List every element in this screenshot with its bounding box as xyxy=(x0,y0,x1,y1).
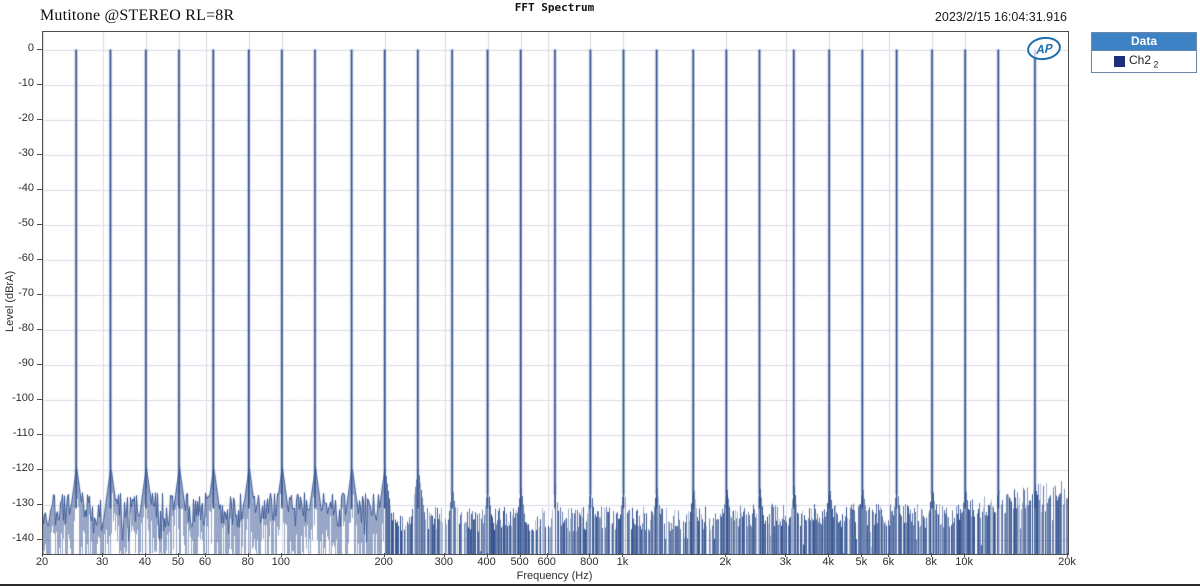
x-tick-label: 20k xyxy=(1058,556,1076,568)
x-tick-label: 60 xyxy=(198,556,212,568)
x-tick-label: 1k xyxy=(616,556,629,568)
x-tickmark xyxy=(205,553,207,557)
y-tickmark xyxy=(37,223,42,225)
y-tickmark xyxy=(37,328,42,330)
spectrum-canvas[interactable] xyxy=(43,32,1068,554)
x-tick-label: 2k xyxy=(719,556,732,568)
y-tickmark xyxy=(37,538,42,540)
y-tickmark xyxy=(37,398,42,400)
timestamp: 2023/2/15 16:04:31.916 xyxy=(934,10,1067,24)
x-tickmark xyxy=(383,553,385,557)
x-tickmark xyxy=(828,553,830,557)
x-tickmark xyxy=(247,553,249,557)
y-tick-label: 0 xyxy=(27,42,34,55)
x-tick-label: 6k xyxy=(882,556,895,568)
x-tickmark xyxy=(280,553,282,557)
y-tick-label: -140 xyxy=(11,532,34,545)
measurement-annotation: Mutitone @STEREO RL=8R xyxy=(40,7,235,24)
plot-area[interactable]: AP xyxy=(42,31,1069,555)
y-tick-label: -90 xyxy=(18,357,34,370)
y-tickmark xyxy=(37,118,42,120)
x-tickmark xyxy=(42,553,43,557)
x-tickmark xyxy=(1067,553,1068,557)
x-tick-label: 3k xyxy=(779,556,792,568)
y-tick-label: -40 xyxy=(18,182,34,195)
y-tickmark xyxy=(37,188,42,190)
legend-panel: Data Ch2 2 xyxy=(1091,32,1197,73)
y-tick-label: -110 xyxy=(12,427,34,440)
x-tickmark xyxy=(486,553,488,557)
y-tick-label: -10 xyxy=(18,77,34,90)
x-tick-label: 600 xyxy=(537,556,556,568)
x-tickmark xyxy=(102,553,104,557)
y-tick-label: -60 xyxy=(18,252,34,265)
y-tick-label: -50 xyxy=(18,217,34,230)
y-tick-label: -30 xyxy=(18,147,34,160)
y-tickmark xyxy=(37,83,42,85)
x-tick-label: 30 xyxy=(96,556,109,568)
x-tickmark xyxy=(931,553,933,557)
y-tickmark xyxy=(37,363,42,365)
legend-entry-ch2[interactable]: Ch2 2 xyxy=(1092,51,1196,72)
x-tickmark xyxy=(589,553,591,557)
y-tickmark xyxy=(37,433,42,435)
x-tickmark xyxy=(519,553,521,557)
x-tickmark xyxy=(964,553,966,557)
x-tickmark xyxy=(785,553,787,557)
x-tick-label: 10k xyxy=(955,556,974,568)
x-tickmark xyxy=(144,553,146,557)
x-tickmark xyxy=(177,553,179,557)
legend-swatch xyxy=(1114,56,1125,67)
bottom-border xyxy=(0,584,1200,586)
x-axis-title: Frequency (Hz) xyxy=(516,570,593,582)
y-tick-label: -130 xyxy=(11,497,34,510)
y-tickmark xyxy=(37,48,42,50)
y-tickmark xyxy=(37,468,42,470)
y-axis-title: Level (dBrA) xyxy=(4,270,16,332)
x-tickmark xyxy=(861,553,863,557)
y-tick-label: -100 xyxy=(11,392,34,405)
y-tick-label: -20 xyxy=(18,112,34,125)
x-tickmark xyxy=(888,553,890,557)
legend-header: Data xyxy=(1092,33,1196,51)
x-tick-label: 100 xyxy=(271,556,290,568)
fft-spectrum-window: FFT Spectrum Mutitone @STEREO RL=8R 2023… xyxy=(0,0,1200,587)
x-tickmark xyxy=(443,553,445,557)
y-tickmark xyxy=(37,293,42,295)
legend-entry-label: Ch2 2 xyxy=(1129,53,1159,70)
x-tickmark xyxy=(622,553,624,557)
x-tick-label: 20 xyxy=(35,556,49,568)
y-tickmark xyxy=(37,503,42,505)
x-tick-label: 200 xyxy=(374,556,393,568)
y-tickmark xyxy=(37,258,42,260)
y-tickmark xyxy=(37,153,42,155)
audio-precision-logo-text: AP xyxy=(1035,40,1053,57)
y-tick-label: -120 xyxy=(11,462,34,475)
x-tick-label: 300 xyxy=(434,556,453,568)
x-tickmark xyxy=(725,553,727,557)
x-tickmark xyxy=(546,553,548,557)
